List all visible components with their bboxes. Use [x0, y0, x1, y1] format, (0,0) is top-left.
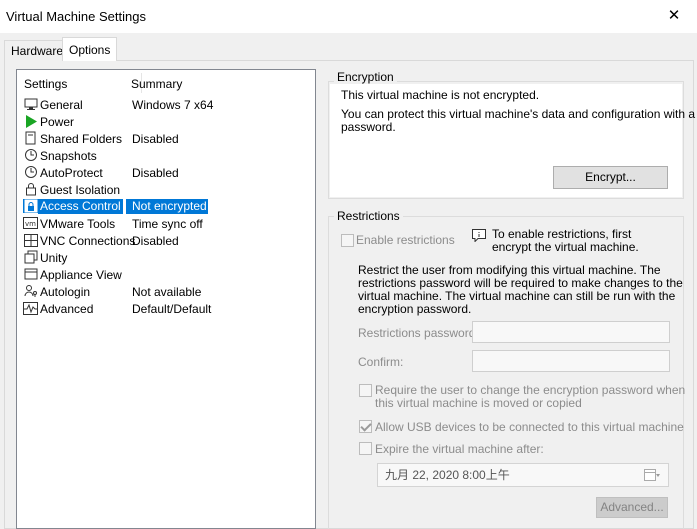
encryption-description-line2: password.	[341, 120, 396, 134]
column-header-settings[interactable]: Settings	[24, 77, 67, 91]
encrypt-button[interactable]: Encrypt...	[553, 166, 668, 189]
snapshot-clock-icon	[23, 148, 38, 162]
confirm-password-input[interactable]	[472, 350, 670, 372]
expire-date-value: 九月 22, 2020 8:00上午	[385, 468, 510, 482]
list-item-appliance-view[interactable]: Appliance View	[19, 266, 315, 283]
svg-text:vm: vm	[25, 220, 36, 228]
allow-usb-label: Allow USB devices to be connected to thi…	[375, 420, 684, 434]
clock-icon	[23, 165, 38, 179]
lock-icon	[23, 182, 38, 196]
list-item-access-control[interactable]: Access Control Not encrypted	[19, 198, 315, 215]
expire-date-picker[interactable]: 九月 22, 2020 8:00上午	[377, 463, 669, 487]
list-item-unity[interactable]: Unity	[19, 249, 315, 266]
encryption-status: This virtual machine is not encrypted.	[341, 88, 540, 102]
info-tip-icon	[472, 229, 486, 245]
expire-checkbox[interactable]	[359, 442, 372, 455]
list-item-advanced[interactable]: Advanced Default/Default	[19, 300, 315, 317]
user-key-icon	[23, 284, 38, 298]
list-item-vnc-connections[interactable]: VNC Connections Disabled	[19, 232, 315, 249]
vm-icon: vm	[23, 216, 38, 230]
monitor-icon	[23, 97, 38, 111]
list-item-vmware-tools[interactable]: vm VMware Tools Time sync off	[19, 215, 315, 232]
access-lock-icon	[23, 199, 38, 213]
column-header-summary[interactable]: Summary	[131, 77, 182, 91]
pulse-icon	[23, 301, 38, 315]
require-change-checkbox[interactable]	[359, 384, 372, 397]
list-header: Settings Summary	[17, 70, 315, 94]
list-item-snapshots[interactable]: Snapshots	[19, 147, 315, 164]
require-change-label-line2: this virtual machine is moved or copied	[375, 396, 582, 410]
expire-label: Expire the virtual machine after:	[375, 442, 544, 456]
restrictions-password-label: Restrictions password:	[358, 326, 479, 340]
calendar-dropdown-icon[interactable]	[644, 468, 660, 485]
list-item-autoprotect[interactable]: AutoProtect Disabled	[19, 164, 315, 181]
restrictions-password-input[interactable]	[472, 321, 670, 343]
allow-usb-checkbox[interactable]	[359, 420, 372, 433]
window-icon	[23, 250, 38, 264]
list-item-shared-folders[interactable]: Shared Folders Disabled	[19, 130, 315, 147]
window-title: Virtual Machine Settings	[6, 9, 146, 24]
list-item-autologin[interactable]: Autologin Not available	[19, 283, 315, 300]
vnc-icon	[23, 233, 38, 247]
list-item-guest-isolation[interactable]: Guest Isolation	[19, 181, 315, 198]
enable-restrictions-checkbox[interactable]	[341, 234, 354, 247]
title-bar: Virtual Machine Settings ✕	[0, 0, 697, 34]
close-icon[interactable]: ✕	[651, 0, 697, 32]
settings-list[interactable]: Settings Summary General Windows 7 x64 P…	[16, 69, 316, 529]
list-item-power[interactable]: Power	[19, 113, 315, 130]
enable-restrictions-label: Enable restrictions	[356, 233, 455, 247]
restrictions-heading: Restrictions	[334, 209, 403, 223]
restrictions-desc-line4: encryption password.	[358, 302, 472, 316]
list-item-general[interactable]: General Windows 7 x64	[19, 96, 315, 113]
folder-icon	[23, 131, 38, 145]
play-icon	[23, 114, 38, 128]
encryption-heading: Encryption	[334, 70, 397, 84]
appliance-icon	[23, 267, 38, 281]
advanced-button[interactable]: Advanced...	[596, 497, 668, 518]
tab-options[interactable]: Options	[62, 37, 118, 61]
confirm-label: Confirm:	[358, 355, 404, 369]
tab-hardware[interactable]: Hardware	[4, 40, 71, 61]
restrictions-tip-line2: encrypt the virtual machine.	[492, 240, 639, 254]
